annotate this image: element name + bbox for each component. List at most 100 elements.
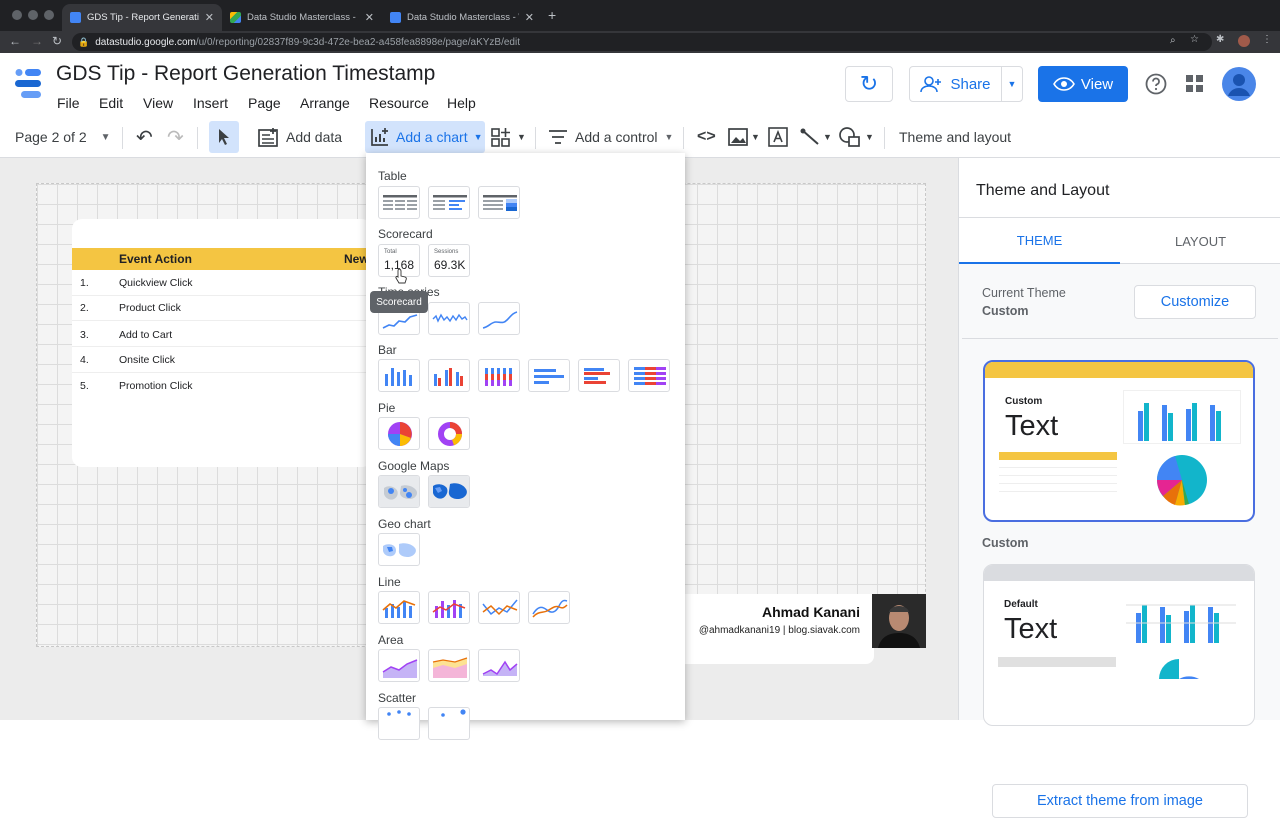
image-button[interactable]: ▼ [728, 117, 760, 157]
back-icon[interactable]: ← [9, 34, 21, 48]
pointer-icon [219, 129, 229, 145]
theme-preview-pie [1123, 452, 1241, 508]
page-selector[interactable]: Page 2 of 2 ▼ [15, 117, 111, 157]
browser-tab[interactable]: Data Studio Masterclass - Man ✕ [222, 4, 382, 31]
apps-grid-icon[interactable] [1186, 75, 1204, 93]
smoothed-time-series-icon [482, 311, 518, 329]
combo-chart-icon [382, 600, 416, 618]
window-zoom-dot[interactable] [44, 10, 54, 20]
bubble-chart-option[interactable] [428, 707, 470, 740]
help-icon[interactable] [1145, 73, 1167, 95]
grouped-column-option[interactable] [428, 359, 470, 392]
forward-icon[interactable]: → [31, 34, 43, 48]
new-tab-button[interactable]: + [548, 7, 556, 23]
pie-chart-option[interactable] [378, 417, 420, 450]
window-close-dot[interactable] [12, 10, 22, 20]
browser-tab[interactable]: Data Studio Masterclass - Web ✕ [382, 4, 542, 31]
area-chart-option[interactable] [378, 649, 420, 682]
table-heatmap-icon [483, 195, 517, 211]
menu-resource[interactable]: Resource [369, 95, 429, 111]
view-button[interactable]: View [1038, 66, 1128, 102]
table-heatmap-option[interactable] [478, 186, 520, 219]
bookmark-star-icon[interactable]: ☆ [1190, 34, 1199, 45]
redo-button[interactable]: ↷ [167, 117, 184, 157]
menu-view[interactable]: View [143, 95, 173, 111]
stacked-column-option[interactable] [478, 359, 520, 392]
section-geo-chart: Geo chart [378, 517, 431, 531]
add-chart-button[interactable]: Add a chart ▼ [365, 121, 485, 153]
text-box-button[interactable] [768, 117, 788, 157]
stacked-bar-option[interactable] [628, 359, 670, 392]
line-chart-option[interactable] [478, 591, 520, 624]
percent-area-icon [482, 660, 518, 676]
donut-chart-option[interactable] [428, 417, 470, 450]
smoothed-line-option[interactable] [528, 591, 570, 624]
menu-arrange[interactable]: Arrange [300, 95, 350, 111]
select-tool-button[interactable] [209, 121, 239, 153]
line-button[interactable]: ▼ [800, 117, 832, 157]
bubble-map-option[interactable] [378, 475, 420, 508]
embed-url-button[interactable]: <> [697, 117, 716, 157]
undo-button[interactable]: ↶ [136, 117, 153, 157]
filled-map-option[interactable] [428, 475, 470, 508]
customize-button[interactable]: Customize [1134, 285, 1256, 319]
theme-layout-button[interactable]: Theme and layout [899, 117, 1011, 157]
undo-icon: ↶ [136, 126, 153, 149]
tab-layout[interactable]: LAYOUT [1120, 218, 1280, 264]
table-chart-option[interactable] [378, 186, 420, 219]
scorecard-compact-option[interactable]: Sessions 69.3K [428, 244, 470, 277]
close-tab-icon[interactable]: ✕ [205, 11, 214, 24]
report-title[interactable]: GDS Tip - Report Generation Timestamp [56, 62, 435, 86]
menu-file[interactable]: File [57, 95, 80, 111]
close-tab-icon[interactable]: ✕ [525, 11, 534, 24]
column-header[interactable]: Event Action [119, 252, 192, 266]
community-viz-icon [491, 128, 510, 147]
extensions-icon[interactable]: ✱ [1216, 34, 1224, 45]
menu-insert[interactable]: Insert [193, 95, 228, 111]
reload-icon[interactable]: ↻ [52, 34, 62, 48]
zoom-icon[interactable]: ⌕ [1170, 35, 1176, 46]
stacked-area-option[interactable] [428, 649, 470, 682]
toolbar-divider [884, 127, 885, 149]
tab-theme[interactable]: THEME [959, 218, 1120, 264]
bar-chart-option[interactable] [528, 359, 570, 392]
line-icon [800, 128, 819, 145]
account-avatar[interactable] [1222, 67, 1256, 101]
panel-title: Theme and Layout [976, 182, 1110, 199]
scatter-chart-option[interactable] [378, 707, 420, 740]
close-tab-icon[interactable]: ✕ [365, 11, 374, 24]
add-data-button[interactable]: Add data [258, 117, 342, 157]
author-photo [872, 594, 926, 648]
community-viz-button[interactable]: ▼ [491, 117, 526, 157]
theme-card-custom[interactable]: Custom Text [983, 360, 1255, 522]
column-header[interactable]: New [344, 252, 369, 266]
sparkline-option[interactable] [428, 302, 470, 335]
table-header: Event Action New [72, 248, 372, 270]
column-chart-option[interactable] [378, 359, 420, 392]
grouped-bar-option[interactable] [578, 359, 620, 392]
add-data-icon [258, 128, 278, 147]
geo-chart-option[interactable] [378, 533, 420, 566]
theme-card-default[interactable]: Default Text [983, 564, 1255, 726]
url-field[interactable]: 🔒 datastudio.google.com/u/0/reporting/02… [72, 33, 1212, 51]
menu-edit[interactable]: Edit [99, 95, 123, 111]
shape-button[interactable]: ▼ [838, 117, 874, 157]
extract-theme-button[interactable]: Extract theme from image [992, 784, 1248, 818]
profile-icon[interactable] [1238, 35, 1250, 47]
add-control-button[interactable]: Add a control ▼ [548, 117, 673, 157]
smoothed-time-series-option[interactable] [478, 302, 520, 335]
refresh-data-button[interactable]: ↻ [845, 66, 893, 102]
window-minimize-dot[interactable] [28, 10, 38, 20]
signature-card[interactable]: Ahmad Kanani @ahmadkanani19 | blog.siava… [684, 594, 874, 664]
section-area: Area [378, 633, 404, 647]
combo-chart-option[interactable] [378, 591, 420, 624]
table-bars-option[interactable] [428, 186, 470, 219]
browser-menu-icon[interactable]: ⋮ [1262, 34, 1272, 45]
percent-area-option[interactable] [478, 649, 520, 682]
menu-help[interactable]: Help [447, 95, 476, 111]
stacked-combo-option[interactable] [428, 591, 470, 624]
share-button[interactable]: Share [909, 66, 1002, 102]
share-dropdown-button[interactable]: ▼ [1001, 66, 1023, 102]
menu-page[interactable]: Page [248, 95, 281, 111]
browser-tab-active[interactable]: GDS Tip - Report Generation Timestamp ✕ [62, 4, 222, 31]
